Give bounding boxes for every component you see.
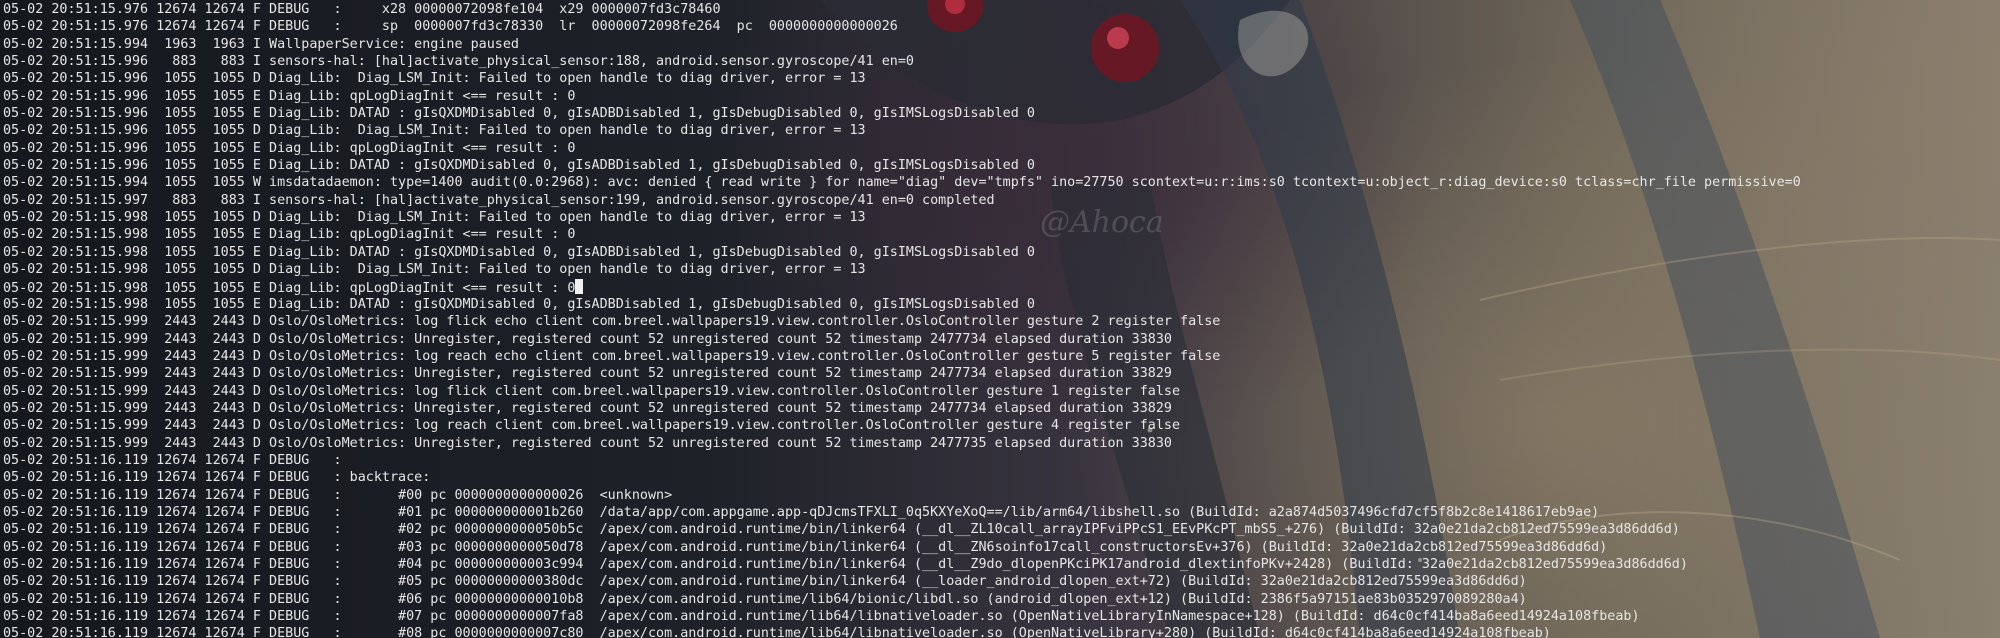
log-line: 05-02 20:51:15.998 1055 1055 E Diag_Lib:… xyxy=(3,244,1801,261)
logcat-output[interactable]: 05-02 20:51:15.976 12674 12674 F DEBUG :… xyxy=(3,1,1801,638)
log-line: 05-02 20:51:15.996 1055 1055 E Diag_Lib:… xyxy=(3,88,1801,105)
log-line-text: 05-02 20:51:15.998 1055 1055 E Diag_Lib:… xyxy=(3,280,576,296)
log-line: 05-02 20:51:15.996 1055 1055 D Diag_Lib:… xyxy=(3,70,1801,87)
log-line: 05-02 20:51:15.998 1055 1055 E Diag_Lib:… xyxy=(3,226,1801,243)
log-line: 05-02 20:51:15.999 2443 2443 D Oslo/Oslo… xyxy=(3,365,1801,382)
log-line-text: 05-02 20:51:15.998 1055 1055 D Diag_Lib:… xyxy=(3,210,866,226)
log-line: 05-02 20:51:15.976 12674 12674 F DEBUG :… xyxy=(3,18,1801,35)
log-line-text: 05-02 20:51:15.997 883 883 I sensors-hal… xyxy=(3,192,995,208)
log-line-text: 05-02 20:51:15.999 2443 2443 D Oslo/Oslo… xyxy=(3,348,1221,364)
log-line-text: 05-02 20:51:15.999 2443 2443 D Oslo/Oslo… xyxy=(3,435,1172,451)
log-line: 05-02 20:51:16.119 12674 12674 F DEBUG :… xyxy=(3,487,1801,504)
log-line-text: 05-02 20:51:15.976 12674 12674 F DEBUG :… xyxy=(3,19,898,35)
log-line-text: 05-02 20:51:16.119 12674 12674 F DEBUG :… xyxy=(3,557,1688,572)
log-line: 05-02 20:51:15.999 2443 2443 D Oslo/Oslo… xyxy=(3,417,1801,434)
log-line: 05-02 20:51:16.119 12674 12674 F DEBUG :… xyxy=(3,521,1801,538)
log-line: 05-02 20:51:15.999 2443 2443 D Oslo/Oslo… xyxy=(3,348,1801,365)
log-line-text: 05-02 20:51:16.119 12674 12674 F DEBUG :… xyxy=(3,487,673,503)
log-line-text: 05-02 20:51:16.119 12674 12674 F DEBUG :… xyxy=(3,539,1608,555)
log-line-text: 05-02 20:51:15.996 883 883 I sensors-hal… xyxy=(3,54,914,70)
log-line-text: 05-02 20:51:16.119 12674 12674 F DEBUG :… xyxy=(3,626,1551,638)
log-line: 05-02 20:51:15.998 1055 1055 D Diag_Lib:… xyxy=(3,261,1801,278)
log-line: 05-02 20:51:15.998 1055 1055 E Diag_Lib:… xyxy=(3,278,1801,296)
log-line-text: 05-02 20:51:16.119 12674 12674 F DEBUG : xyxy=(3,452,342,468)
log-line: 05-02 20:51:15.999 2443 2443 D Oslo/Oslo… xyxy=(3,435,1801,452)
log-line-text: 05-02 20:51:16.119 12674 12674 F DEBUG :… xyxy=(3,522,1680,538)
log-line: 05-02 20:51:16.119 12674 12674 F DEBUG :… xyxy=(3,539,1801,556)
log-line: 05-02 20:51:15.996 1055 1055 E Diag_Lib:… xyxy=(3,157,1801,174)
log-line-text: 05-02 20:51:16.119 12674 12674 F DEBUG :… xyxy=(3,591,1527,607)
log-line-text: 05-02 20:51:15.996 1055 1055 E Diag_Lib:… xyxy=(3,88,576,104)
log-line-text: 05-02 20:51:15.999 2443 2443 D Oslo/Oslo… xyxy=(3,331,1172,347)
log-line-text: 05-02 20:51:15.999 2443 2443 D Oslo/Oslo… xyxy=(3,366,1172,382)
log-line: 05-02 20:51:15.999 2443 2443 D Oslo/Oslo… xyxy=(3,400,1801,417)
log-line-text: 05-02 20:51:15.994 1055 1055 W imsdatada… xyxy=(3,175,1801,191)
log-line: 05-02 20:51:15.994 1963 1963 I Wallpaper… xyxy=(3,36,1801,53)
log-line: 05-02 20:51:16.119 12674 12674 F DEBUG :… xyxy=(3,469,1801,486)
log-line-text: 05-02 20:51:15.999 2443 2443 D Oslo/Oslo… xyxy=(3,383,1181,399)
log-line: 05-02 20:51:16.119 12674 12674 F DEBUG :… xyxy=(3,573,1801,590)
log-line: 05-02 20:51:15.996 1055 1055 E Diag_Lib:… xyxy=(3,105,1801,122)
log-line-text: 05-02 20:51:15.996 1055 1055 E Diag_Lib:… xyxy=(3,106,1035,122)
log-line-text: 05-02 20:51:15.998 1055 1055 E Diag_Lib:… xyxy=(3,296,1035,312)
log-line-text: 05-02 20:51:15.996 1055 1055 E Diag_Lib:… xyxy=(3,158,1035,174)
log-line: 05-02 20:51:15.996 883 883 I sensors-hal… xyxy=(3,53,1801,70)
log-line-text: 05-02 20:51:16.119 12674 12674 F DEBUG :… xyxy=(3,574,1527,590)
log-line: 05-02 20:51:15.999 2443 2443 D Oslo/Oslo… xyxy=(3,331,1801,348)
log-line: 05-02 20:51:15.996 1055 1055 E Diag_Lib:… xyxy=(3,140,1801,157)
log-line: 05-02 20:51:15.976 12674 12674 F DEBUG :… xyxy=(3,1,1801,18)
log-line-text: 05-02 20:51:16.119 12674 12674 F DEBUG :… xyxy=(3,609,1640,625)
log-line-text: 05-02 20:51:15.976 12674 12674 F DEBUG :… xyxy=(3,2,721,17)
log-line: 05-02 20:51:16.119 12674 12674 F DEBUG :… xyxy=(3,625,1801,638)
log-line: 05-02 20:51:15.994 1055 1055 W imsdatada… xyxy=(3,174,1801,191)
log-line-text: 05-02 20:51:15.996 1055 1055 E Diag_Lib:… xyxy=(3,140,576,156)
log-line: 05-02 20:51:15.997 883 883 I sensors-hal… xyxy=(3,192,1801,209)
text-cursor xyxy=(575,278,584,294)
log-line-text: 05-02 20:51:15.994 1963 1963 I Wallpaper… xyxy=(3,36,519,52)
log-line-text: 05-02 20:51:16.119 12674 12674 F DEBUG :… xyxy=(3,504,1600,520)
log-line-text: 05-02 20:51:15.998 1055 1055 D Diag_Lib:… xyxy=(3,262,866,278)
log-line-text: 05-02 20:51:15.999 2443 2443 D Oslo/Oslo… xyxy=(3,418,1181,434)
log-line-text: 05-02 20:51:15.999 2443 2443 D Oslo/Oslo… xyxy=(3,314,1221,330)
log-line: 05-02 20:51:15.998 1055 1055 E Diag_Lib:… xyxy=(3,296,1801,313)
log-line: 05-02 20:51:16.119 12674 12674 F DEBUG :… xyxy=(3,504,1801,521)
log-line: 05-02 20:51:16.119 12674 12674 F DEBUG : xyxy=(3,452,1801,469)
log-line-text: 05-02 20:51:16.119 12674 12674 F DEBUG :… xyxy=(3,470,431,486)
log-line: 05-02 20:51:15.999 2443 2443 D Oslo/Oslo… xyxy=(3,383,1801,400)
log-line-text: 05-02 20:51:15.996 1055 1055 D Diag_Lib:… xyxy=(3,123,866,139)
log-line: 05-02 20:51:15.998 1055 1055 D Diag_Lib:… xyxy=(3,209,1801,226)
log-line-text: 05-02 20:51:15.998 1055 1055 E Diag_Lib:… xyxy=(3,227,576,243)
log-line-text: 05-02 20:51:15.998 1055 1055 E Diag_Lib:… xyxy=(3,244,1035,260)
log-line: 05-02 20:51:16.119 12674 12674 F DEBUG :… xyxy=(3,608,1801,625)
log-line-text: 05-02 20:51:15.999 2443 2443 D Oslo/Oslo… xyxy=(3,400,1172,416)
log-line: 05-02 20:51:16.119 12674 12674 F DEBUG :… xyxy=(3,556,1801,573)
log-line: 05-02 20:51:15.996 1055 1055 D Diag_Lib:… xyxy=(3,122,1801,139)
log-line-text: 05-02 20:51:15.996 1055 1055 D Diag_Lib:… xyxy=(3,71,866,87)
log-line: 05-02 20:51:15.999 2443 2443 D Oslo/Oslo… xyxy=(3,313,1801,330)
terminal-window[interactable]: @Ahoca 05-02 20:51:15.976 12674 12674 F … xyxy=(0,0,2000,638)
log-line: 05-02 20:51:16.119 12674 12674 F DEBUG :… xyxy=(3,591,1801,608)
